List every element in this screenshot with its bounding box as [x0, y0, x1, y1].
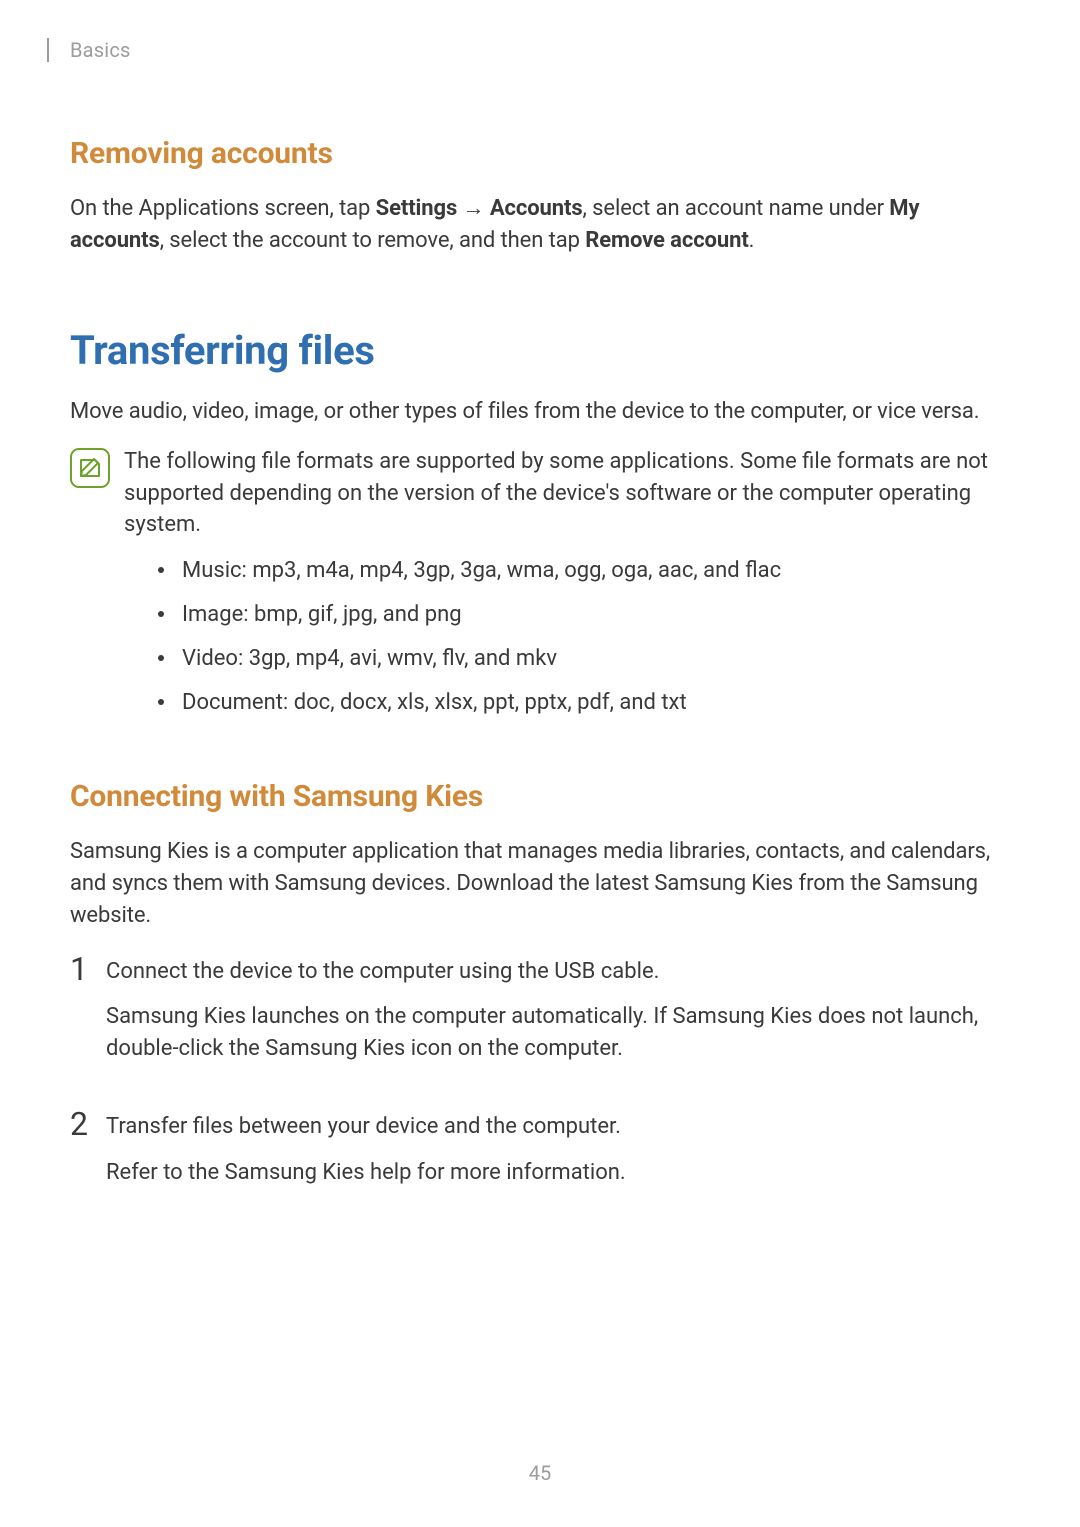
bullet-dot — [158, 611, 164, 617]
heading-removing-accounts: Removing accounts — [70, 136, 1010, 171]
step-body: Transfer files between your device and t… — [106, 1111, 1010, 1203]
breadcrumb: Basics — [70, 38, 1010, 62]
text-fragment: . — [749, 228, 755, 253]
supported-formats-list: Music: mp3, m4a, mp4, 3gp, 3ga, wma, ogg… — [158, 555, 1010, 719]
settings-label: Settings — [376, 196, 458, 221]
step-number: 2 — [70, 1108, 106, 1203]
numbered-steps: 1 Connect the device to the computer usi… — [70, 956, 1010, 1203]
note-icon — [70, 448, 110, 488]
note-block: The following file formats are supported… — [70, 446, 1010, 542]
step-text: Transfer files between your device and t… — [106, 1111, 1010, 1143]
step-item: 2 Transfer files between your device and… — [70, 1111, 1010, 1203]
breadcrumb-divider — [47, 38, 49, 62]
step-text: Samsung Kies launches on the computer au… — [106, 1001, 1010, 1065]
removing-accounts-paragraph: On the Applications screen, tap Settings… — [70, 193, 1010, 257]
text-fragment: , select an account name under — [583, 196, 890, 221]
list-item: Image: bmp, gif, jpg, and png — [158, 599, 1010, 631]
list-item: Video: 3gp, mp4, avi, wmv, flv, and mkv — [158, 643, 1010, 675]
bullet-dot — [158, 699, 164, 705]
remove-account-label: Remove account — [585, 228, 748, 253]
breadcrumb-label: Basics — [70, 38, 131, 62]
list-item: Music: mp3, m4a, mp4, 3gp, 3ga, wma, ogg… — [158, 555, 1010, 587]
arrow-separator: → — [457, 196, 490, 221]
bullet-text: Document: doc, docx, xls, xlsx, ppt, ppt… — [182, 687, 687, 719]
step-item: 1 Connect the device to the computer usi… — [70, 956, 1010, 1080]
bullet-text: Music: mp3, m4a, mp4, 3gp, 3ga, wma, ogg… — [182, 555, 781, 587]
accounts-label: Accounts — [490, 196, 583, 221]
step-body: Connect the device to the computer using… — [106, 956, 1010, 1080]
bullet-dot — [158, 655, 164, 661]
text-fragment: On the Applications screen, tap — [70, 196, 376, 221]
step-text: Connect the device to the computer using… — [106, 956, 1010, 988]
page-number: 45 — [0, 1461, 1080, 1485]
bullet-dot — [158, 567, 164, 573]
step-text: Refer to the Samsung Kies help for more … — [106, 1157, 1010, 1189]
note-text: The following file formats are supported… — [124, 446, 1010, 542]
transferring-files-intro: Move audio, video, image, or other types… — [70, 396, 1010, 428]
bullet-text: Image: bmp, gif, jpg, and png — [182, 599, 462, 631]
samsung-kies-intro: Samsung Kies is a computer application t… — [70, 836, 1010, 932]
heading-connecting-samsung-kies: Connecting with Samsung Kies — [70, 779, 1010, 814]
heading-transferring-files: Transferring files — [70, 327, 1010, 374]
bullet-text: Video: 3gp, mp4, avi, wmv, flv, and mkv — [182, 643, 557, 675]
list-item: Document: doc, docx, xls, xlsx, ppt, ppt… — [158, 687, 1010, 719]
text-fragment: , select the account to remove, and then… — [160, 228, 586, 253]
step-number: 1 — [70, 953, 106, 1080]
